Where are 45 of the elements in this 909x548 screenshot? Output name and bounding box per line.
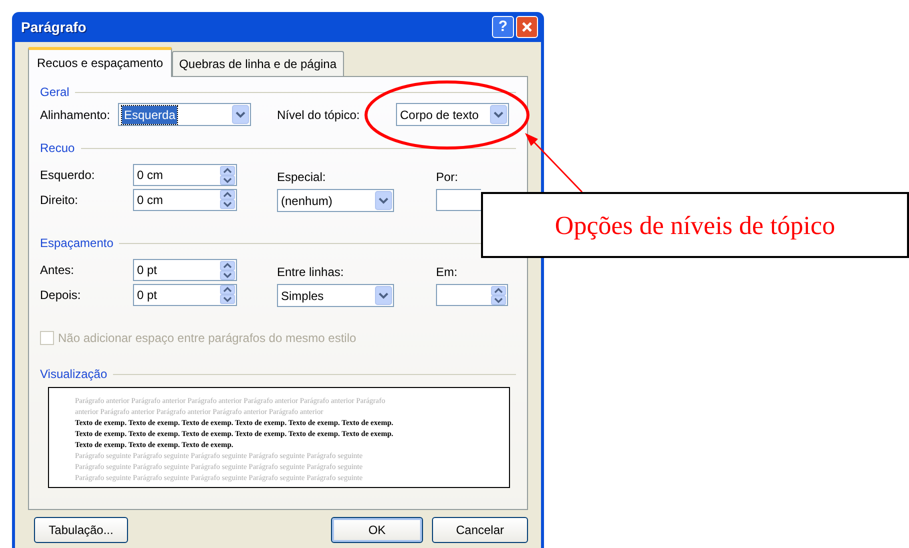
dropdown[interactable]: Simples xyxy=(277,284,394,307)
field-label: Entre linhas: xyxy=(277,264,345,281)
field-label: Esquerdo: xyxy=(40,167,96,184)
window-title: Parágrafo xyxy=(21,18,86,37)
close-button[interactable] xyxy=(516,16,538,38)
section-heading: Geral xyxy=(40,84,70,101)
spin-field[interactable] xyxy=(436,284,508,306)
spin-arrows-icon[interactable] xyxy=(220,166,235,184)
spin-arrows-icon[interactable] xyxy=(220,285,235,304)
field-label: Em: xyxy=(436,264,458,281)
section-heading: Espaçamento xyxy=(40,235,114,252)
chevron-down-icon[interactable] xyxy=(375,191,392,210)
field-label: Por: xyxy=(436,169,460,186)
dropdown[interactable]: (nenhum) xyxy=(277,189,394,212)
checkbox-label: Não adicionar espaço entre parágrafos do mesmo estilo xyxy=(58,330,356,347)
spin-field[interactable]: 0 cm xyxy=(133,164,237,186)
spin-field[interactable]: 0 pt xyxy=(133,284,237,306)
field-label: Nível do tópico: xyxy=(277,106,361,124)
spin-arrows-icon[interactable] xyxy=(220,260,235,280)
chevron-down-icon[interactable] xyxy=(375,286,392,305)
spin-field[interactable]: 0 pt xyxy=(133,259,237,281)
dialog-button[interactable]: OK xyxy=(331,517,423,543)
dialog-button[interactable]: Tabulação... xyxy=(34,517,128,543)
spin-field[interactable]: 0 cm xyxy=(133,188,237,210)
spin-arrows-icon[interactable] xyxy=(491,286,506,304)
field-label: Depois: xyxy=(40,286,82,304)
section-heading: Recuo xyxy=(40,140,75,157)
tab[interactable]: Recuos e espaçamento xyxy=(28,47,172,77)
spin-arrows-icon[interactable] xyxy=(220,190,235,209)
section-heading: Visualização xyxy=(40,366,108,383)
chevron-down-icon[interactable] xyxy=(490,105,507,124)
field-label: Alinhamento: xyxy=(40,106,112,124)
field-label: Antes: xyxy=(40,262,76,279)
dialog-button[interactable]: Cancelar xyxy=(432,517,528,543)
pointer-arrow xyxy=(525,133,583,193)
field-label: Direito: xyxy=(40,192,80,208)
tab[interactable]: Quebras de linha e de página xyxy=(172,51,344,76)
callout-text: Opções de níveis de tópico xyxy=(554,210,836,242)
spin-field[interactable] xyxy=(436,189,481,211)
dropdown[interactable]: Corpo de texto xyxy=(396,103,509,126)
help-button[interactable]: ? xyxy=(492,16,514,38)
dropdown[interactable]: Esquerda xyxy=(118,103,251,126)
field-label: Especial: xyxy=(277,169,327,186)
close-icon[interactable] xyxy=(521,21,533,33)
chevron-down-icon[interactable] xyxy=(232,105,249,124)
